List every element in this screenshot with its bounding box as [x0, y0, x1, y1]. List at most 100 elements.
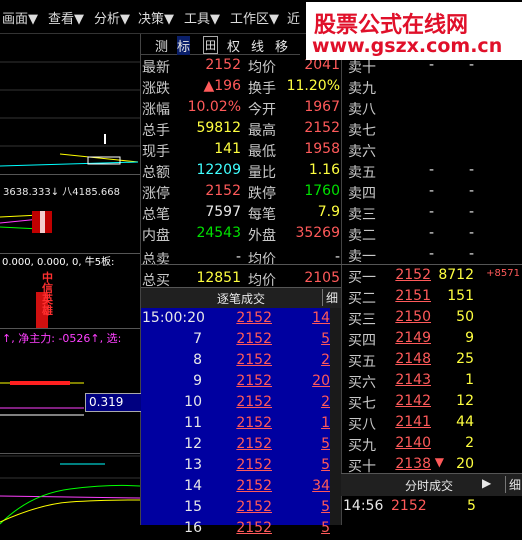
tool-measure[interactable]: 测	[155, 36, 168, 55]
quote-row: 总手 59812 最高 2152	[141, 119, 341, 139]
bid-label: 买六	[348, 375, 376, 391]
tick-price: 2152	[236, 436, 272, 452]
tick-time: 12	[184, 436, 202, 452]
menu-fenxi[interactable]: 分析▼	[94, 8, 130, 27]
ticks-detail-tab[interactable]: 细	[322, 289, 338, 306]
tool-grid[interactable]: 田	[203, 36, 218, 54]
tool-move[interactable]: 移	[275, 36, 288, 55]
quote-label: 量比	[248, 165, 276, 181]
stamp-text: 中信英雄	[42, 271, 53, 317]
quote-label: 涨停	[142, 186, 170, 202]
tick-price: 2152	[236, 310, 272, 326]
quote-label: 外盘	[248, 228, 276, 244]
chart-lines-1	[0, 61, 140, 167]
bid-vol: 1	[465, 372, 474, 388]
menu-gongzuoqu[interactable]: 工作区▼	[230, 8, 279, 27]
tool-rights[interactable]: 权	[227, 36, 240, 55]
divider-quote	[141, 264, 341, 265]
tick-vol: 14	[312, 310, 330, 326]
quote-row: 内盘 24543 外盘 35269	[141, 224, 341, 244]
ask-row: 卖九	[346, 77, 522, 98]
divider-book	[341, 264, 522, 265]
tick-price: 2152	[236, 394, 272, 410]
fenshi-title: 分时成交	[405, 479, 454, 493]
quote-label: 换手	[248, 81, 276, 97]
tick-row: 9 2152 20	[141, 372, 330, 393]
quote-label: 均价	[248, 252, 276, 268]
tick-row: 16 2152 5	[141, 519, 330, 540]
tick-vol: 1	[321, 415, 330, 431]
quote-row: 涨停 2152 跌停 1760	[141, 182, 341, 202]
bid-vol: 20	[456, 456, 474, 472]
quote-value: 12851	[196, 270, 241, 286]
chart-panel: 3638.333↓ 八4185.668 0.000, 0.000, 0, 牛5板…	[0, 34, 143, 525]
bid-label: 买三	[348, 312, 376, 328]
ask-row: 卖四 - -	[346, 182, 522, 203]
ticks-list: 15:00:20 2152 14 7 2152 5 8 2152 2 9 2152 20 10 2152 2…	[141, 308, 330, 536]
quote-label: 涨跌	[142, 81, 170, 97]
fenshi-detail-tab[interactable]: 细	[505, 476, 521, 493]
bid-price: 2142	[395, 393, 431, 409]
quote-row: 涨幅 10.02% 今开 1967	[141, 98, 341, 118]
quote-value: -	[334, 249, 340, 265]
bid-price: 2138	[395, 456, 431, 472]
ask-price: -	[428, 204, 434, 220]
chart-toolbar: 测 标 田 权 线 移	[141, 34, 300, 55]
quote-label: 内盘	[142, 228, 170, 244]
ask-label: 卖十	[348, 60, 376, 76]
bid-price: 2143	[395, 372, 431, 388]
ask-price: -	[428, 246, 434, 262]
bid-row: 买四 2149 9	[346, 329, 522, 350]
tick-row: 14 2152 34	[141, 477, 330, 498]
bid-row: 买六 2143 1	[346, 371, 522, 392]
menu-jin[interactable]: 近	[287, 8, 300, 27]
play-icon[interactable]: ▶	[482, 476, 491, 490]
tick-time: 16	[184, 520, 202, 536]
quote-value: 10.02%	[187, 99, 241, 115]
quote-value: 2152	[205, 183, 241, 199]
ticks-title: 逐笔成交	[217, 292, 266, 306]
ask-label: 卖八	[348, 102, 376, 118]
bid-price: 2149	[395, 330, 431, 346]
menu-huamian[interactable]: 画面▼	[2, 8, 38, 27]
quote-value: 12209	[196, 162, 241, 178]
ask-vol: -	[468, 162, 474, 178]
tick-vol: 5	[321, 520, 330, 536]
tick-price: 2152	[236, 457, 272, 473]
value-box: 0.319	[85, 393, 143, 412]
bid-row: 买七 2142 12	[346, 392, 522, 413]
quote-value: 2105	[304, 270, 340, 286]
bid-row: 买九 2140 2	[346, 434, 522, 455]
ask-vol: -	[468, 246, 474, 262]
menu-chakan[interactable]: 查看▼	[48, 8, 84, 27]
tick-row: 15 2152 5	[141, 498, 330, 519]
bid-label: 买八	[348, 417, 376, 433]
ask-vol: -	[468, 225, 474, 241]
menu-juece[interactable]: 决策▼	[138, 8, 174, 27]
ask-row: 卖五 - -	[346, 161, 522, 182]
quote-value: -	[235, 249, 241, 265]
tool-mark[interactable]: 标	[177, 36, 191, 55]
quote-label: 最低	[248, 144, 276, 160]
tick-time: 15:00:20	[142, 310, 205, 326]
quote-value: 35269	[295, 225, 340, 241]
fenshi-price: 2152	[391, 498, 427, 514]
tool-line[interactable]: 线	[251, 36, 264, 55]
bid-label: 买九	[348, 438, 376, 454]
quote-label: 总卖	[142, 252, 170, 268]
tick-vol: 5	[321, 331, 330, 347]
tick-vol: 5	[321, 499, 330, 515]
tick-vol: 5	[321, 457, 330, 473]
tick-time: 13	[184, 457, 202, 473]
tick-price: 2152	[236, 415, 272, 431]
quote-row: 涨跌 ▲196 换手 11.20%	[141, 77, 341, 97]
ticks-scrollbar[interactable]	[330, 308, 341, 525]
bid-row: 买一 2152 8712 +8571	[346, 266, 522, 287]
tick-time: 7	[193, 331, 202, 347]
tick-vol: 34	[312, 478, 330, 494]
quote-value: 2152	[304, 120, 340, 136]
bid-price: 2148	[395, 351, 431, 367]
quote-value: 7597	[205, 204, 241, 220]
tick-time: 15	[184, 499, 202, 515]
menu-gongju[interactable]: 工具▼	[184, 8, 220, 27]
